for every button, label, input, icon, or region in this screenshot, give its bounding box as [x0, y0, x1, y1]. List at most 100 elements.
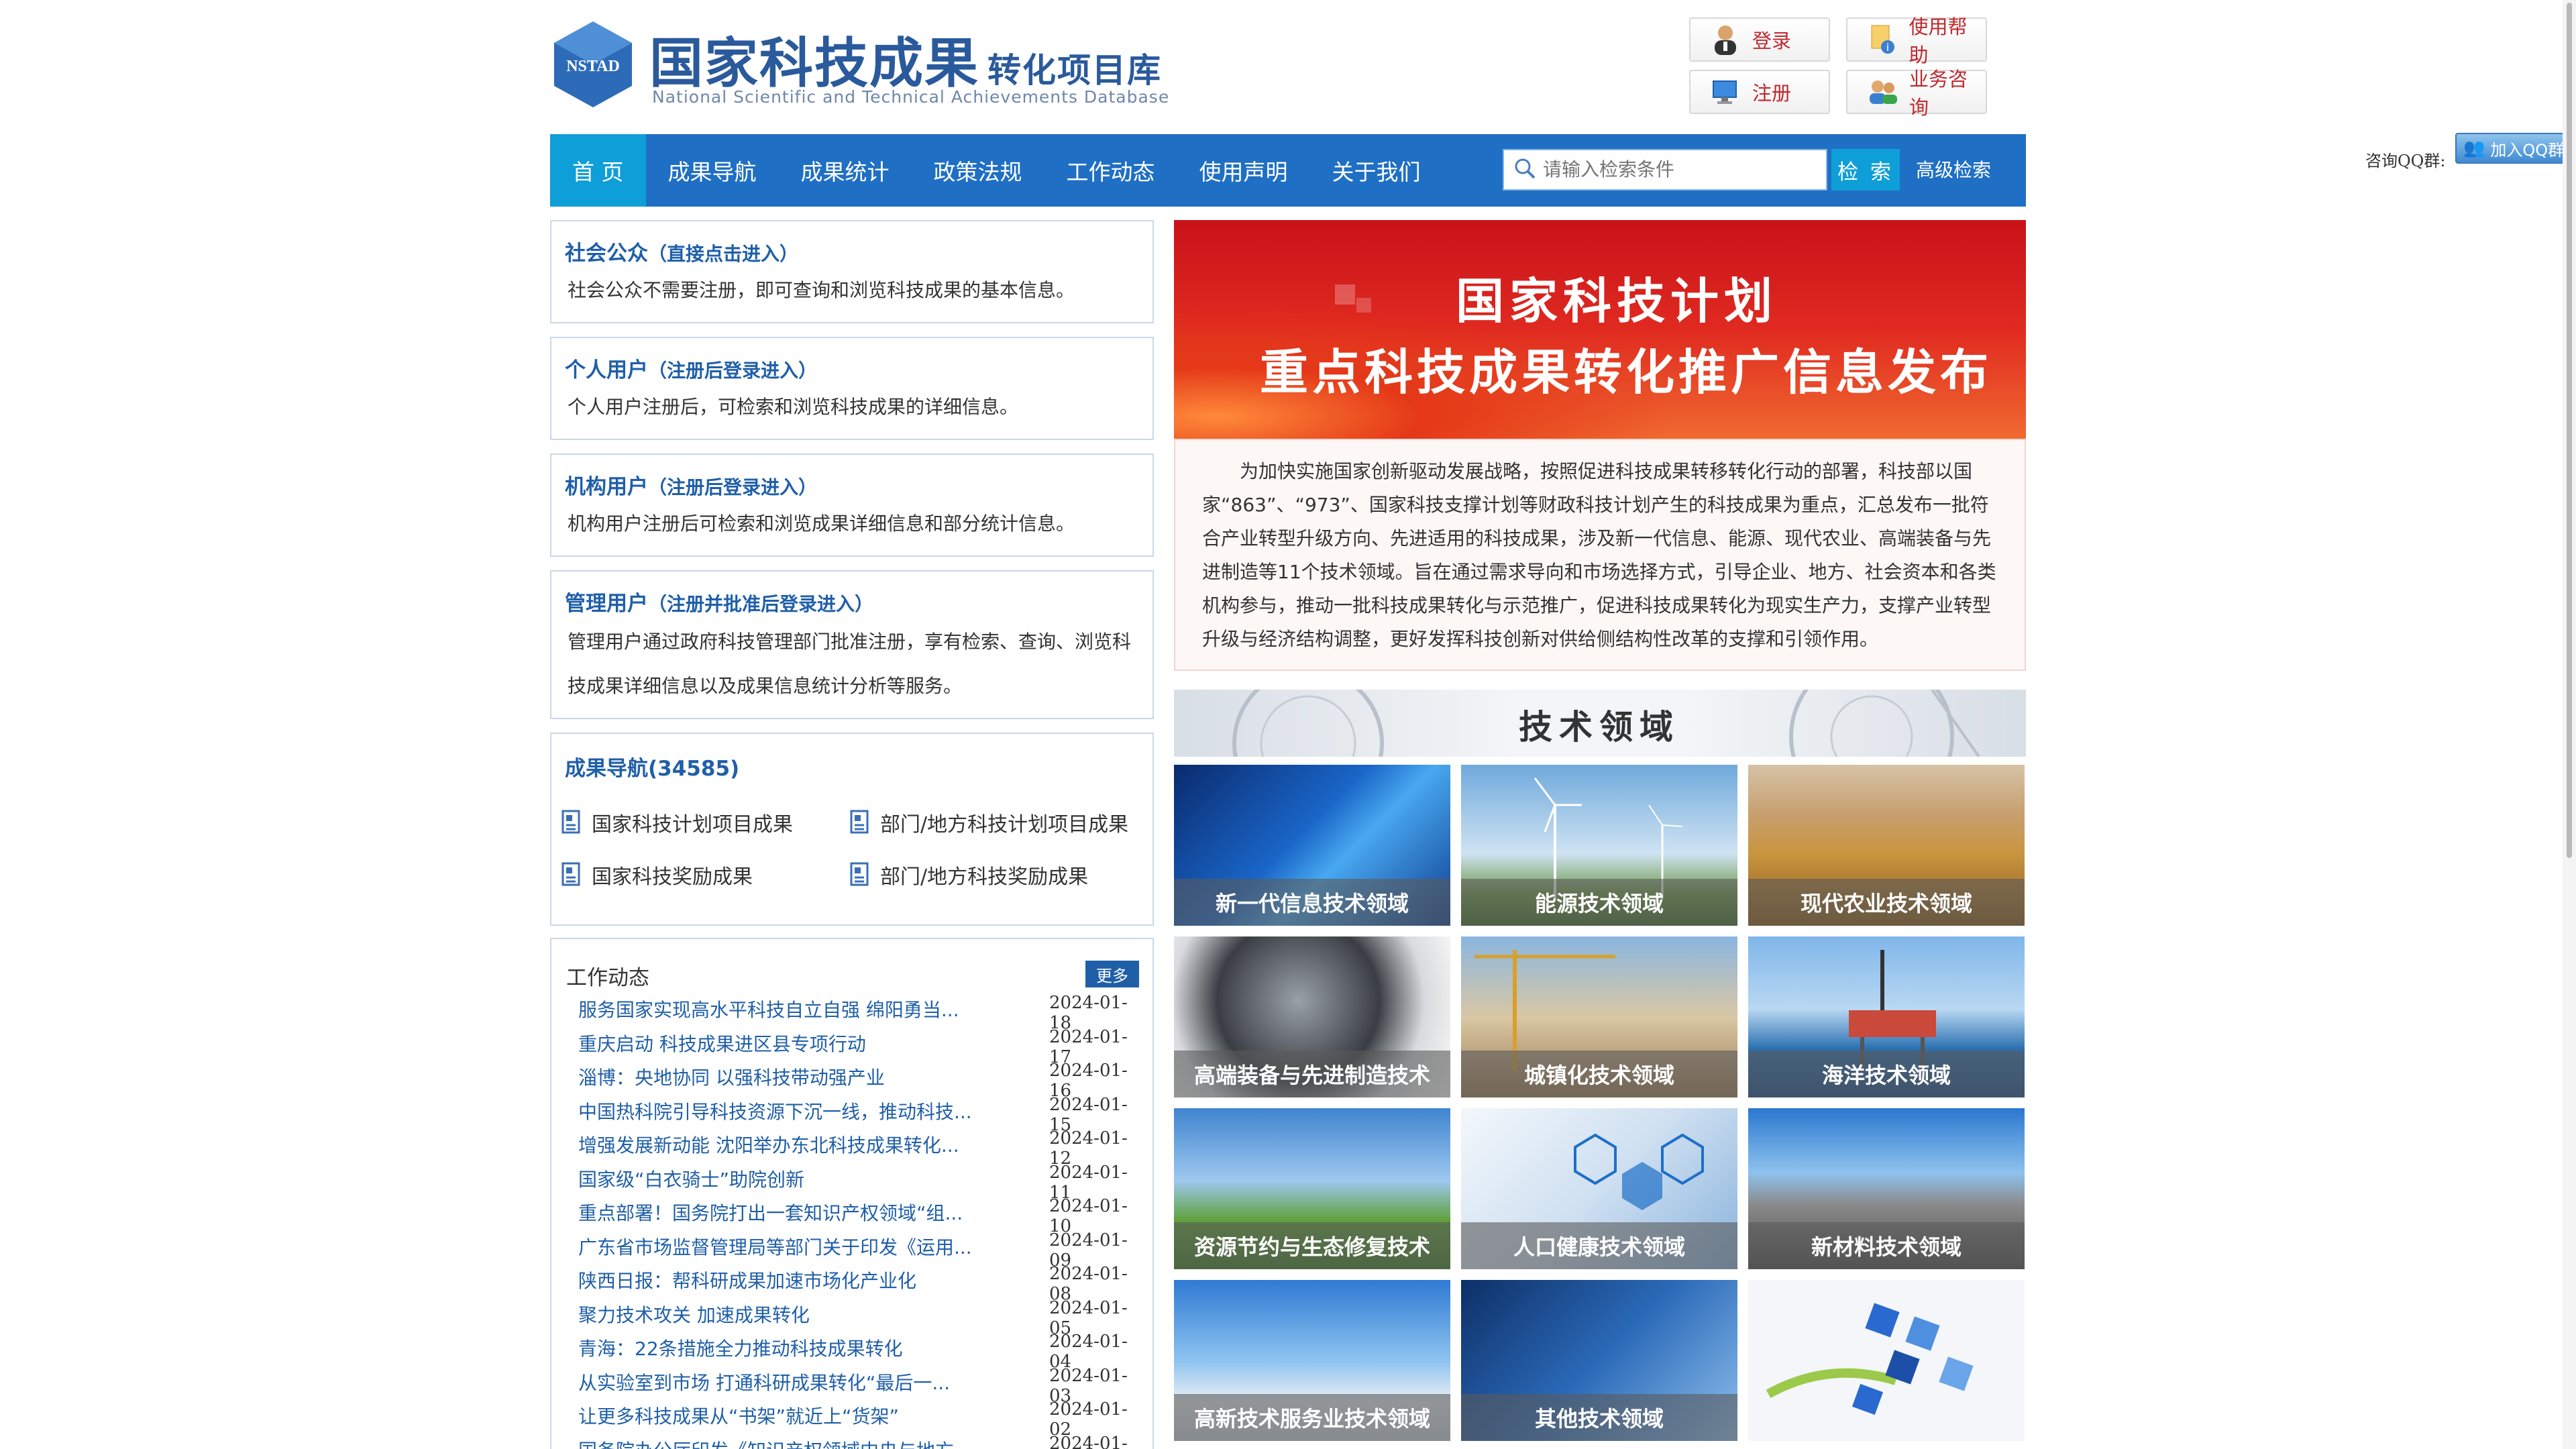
login-label: 登录 — [1752, 30, 1792, 52]
news-item-title[interactable]: 国家级“白衣骑士”助院创新 — [578, 1165, 1001, 1192]
monitor-icon — [1711, 76, 1740, 107]
news-item[interactable]: 从实验室到市场 打通科研成果转化“最后一... 2024-01-03 — [578, 1366, 1142, 1406]
news-item[interactable]: 广东省市场监督管理局等部门关于印发《运用... 2024-01-09 — [578, 1230, 1142, 1271]
qq-group-icon: 👥 — [2463, 138, 2485, 158]
link-national-plan[interactable]: 国家科技计划项目成果 — [561, 808, 793, 837]
search-box — [1503, 149, 1827, 191]
link-national-award[interactable]: 国家科技奖励成果 — [561, 860, 753, 890]
link-local-award[interactable]: 部门/地方科技奖励成果 — [849, 860, 1088, 890]
news-item[interactable]: 青海：22条措施全力推动科技成果转化 2024-01-04 — [578, 1332, 1142, 1372]
news-item[interactable]: 国家级“白衣骑士”助院创新 2024-01-11 — [578, 1163, 1142, 1203]
news-item-title[interactable]: 服务国家实现高水平科技自立自强 绵阳勇当... — [578, 996, 1001, 1022]
news-item[interactable]: 服务国家实现高水平科技自立自强 绵阳勇当... 2024-01-18 — [578, 993, 1142, 1033]
users-icon — [1868, 76, 1897, 107]
tech-fields-header: 技术领域 — [1174, 690, 2026, 757]
panel-public[interactable]: 社会公众（直接点击进入） 社会公众不需要注册，即可查询和浏览科技成果的基本信息。 — [550, 220, 1154, 323]
news-item[interactable]: 陕西日报：帮科研成果加速市场化产业化 2024-01-08 — [578, 1264, 1142, 1304]
news-item[interactable]: 中国热科院引导科技资源下沉一线，推动科技... 2024-01-15 — [578, 1095, 1142, 1135]
panel-institution[interactable]: 机构用户（注册后登录进入） 机构用户注册后可检索和浏览成果详细信息和部分统计信息… — [550, 453, 1154, 557]
news-item-date: 2024-01-01 — [1049, 1433, 1128, 1449]
news-item-title[interactable]: 广东省市场监督管理局等部门关于印发《运用... — [578, 1233, 1001, 1260]
news-item-title[interactable]: 让更多科技成果从“书架”就近上“货架” — [578, 1402, 1001, 1429]
news-item-title[interactable]: 中国热科院引导科技资源下沉一线，推动科技... — [578, 1097, 1001, 1124]
news-item-title[interactable]: 从实验室到市场 打通科研成果转化“最后一... — [578, 1368, 1001, 1395]
consult-button[interactable]: 业务咨询 — [1846, 68, 1987, 119]
link-national-plan-label: 国家科技计划项目成果 — [592, 813, 793, 837]
news-item-title[interactable]: 聚力技术攻关 加速成果转化 — [578, 1301, 1001, 1328]
register-button[interactable]: 注册 — [1689, 70, 1830, 114]
panel-personal-title[interactable]: 个人用户（注册后登录进入） — [565, 353, 817, 383]
tile-new-materials[interactable]: 新材料技术领域 — [1748, 1108, 2025, 1269]
news-item[interactable]: 重庆启动 科技成果进区县专项行动 2024-01-17 — [578, 1027, 1142, 1067]
join-qq-button[interactable]: 👥 加入QQ群 — [2455, 133, 2576, 164]
news-item-title[interactable]: 增强发展新动能 沈阳举办东北科技成果转化... — [578, 1131, 1001, 1158]
svg-text:NSTAD: NSTAD — [566, 58, 620, 75]
login-button[interactable]: 登录 — [1689, 17, 1830, 62]
logo-title-main: 国家科技成果 — [649, 32, 979, 95]
news-item-title[interactable]: 陕西日报：帮科研成果加速市场化产业化 — [578, 1267, 1001, 1293]
news-item-title[interactable]: 淄博：央地协同 以强科技带动强产业 — [578, 1063, 1001, 1090]
nav-home[interactable]: 首 页 — [550, 134, 646, 207]
news-item[interactable]: 让更多科技成果从“书架”就近上“货架” 2024-01-02 — [578, 1399, 1142, 1440]
tile-ocean[interactable]: 海洋技术领域 — [1748, 936, 2025, 1097]
achievement-nav-panel: 成果导航(34585) 国家科技计划项目成果 部门/地方科技计划项目成果 国家科… — [550, 733, 1154, 926]
tile-new-it[interactable]: 新一代信息技术领域 — [1174, 765, 1450, 926]
news-more-button[interactable]: 更多 — [1085, 961, 1139, 987]
panel-public-title[interactable]: 社会公众（直接点击进入） — [565, 236, 798, 266]
tile-advanced-manufacturing[interactable]: 高端装备与先进制造技术 — [1174, 936, 1450, 1097]
banner-decor — [1335, 284, 1355, 305]
search-button[interactable]: 检 索 — [1831, 149, 1900, 191]
banner-decor — [1356, 298, 1371, 313]
panel-public-title-text: 社会公众 — [565, 241, 648, 266]
tile-agriculture-label: 现代农业技术领域 — [1748, 879, 2025, 926]
cubes-graphic — [1766, 1303, 1974, 1415]
nav-achievements[interactable]: 成果导航 — [646, 134, 779, 207]
link-local-plan[interactable]: 部门/地方科技计划项目成果 — [849, 808, 1128, 837]
panel-institution-hint: （注册后登录进入） — [648, 476, 818, 498]
panel-admin-text: 管理用户通过政府科技管理部门批准注册，享有检索、查询、浏览科技成果详细信息以及成… — [568, 631, 1132, 697]
tile-energy[interactable]: 能源技术领域 — [1461, 765, 1737, 926]
news-item-title[interactable]: 重点部署！国务院打出一套知识产权领域“组... — [578, 1199, 1001, 1226]
tile-other[interactable]: 其他技术领域 — [1461, 1280, 1737, 1441]
panel-personal[interactable]: 个人用户（注册后登录进入） 个人用户注册后，可检索和浏览科技成果的详细信息。 — [550, 337, 1154, 440]
svg-text:i: i — [1886, 41, 1888, 54]
news-item-title[interactable]: 青海：22条措施全力推动科技成果转化 — [578, 1334, 1001, 1361]
panel-public-text: 社会公众不需要注册，即可查询和浏览科技成果的基本信息。 — [568, 279, 1075, 301]
panel-personal-hint: （注册后登录进入） — [648, 360, 818, 382]
news-item-title[interactable]: 重庆启动 科技成果进区县专项行动 — [578, 1030, 1001, 1057]
news-item[interactable]: 国务院办公厅印发《知识产权领域中央与地方... 2024-01-01 — [578, 1433, 1142, 1449]
tile-cubes-image[interactable] — [1748, 1280, 2025, 1441]
logo-subtitle: 转化项目库 — [987, 51, 1162, 90]
search-icon — [1513, 157, 1536, 182]
news-item[interactable]: 增强发展新动能 沈阳举办东北科技成果转化... 2024-01-12 — [578, 1128, 1142, 1169]
nav-statistics[interactable]: 成果统计 — [779, 134, 912, 207]
help-button[interactable]: i 使用帮助 — [1846, 15, 1987, 66]
search-input[interactable] — [1542, 151, 1810, 189]
panel-personal-text: 个人用户注册后，可检索和浏览科技成果的详细信息。 — [568, 396, 1019, 418]
tile-agriculture[interactable]: 现代农业技术领域 — [1748, 765, 2025, 926]
link-local-award-label: 部门/地方科技奖励成果 — [880, 865, 1089, 889]
logo-badge[interactable]: NSTAD — [551, 20, 635, 109]
news-item[interactable]: 聚力技术攻关 加速成果转化 2024-01-05 — [578, 1298, 1142, 1338]
nav-about[interactable]: 关于我们 — [1310, 134, 1443, 207]
scrollbar-thumb[interactable] — [2567, 3, 2572, 858]
news-item[interactable]: 淄博：央地协同 以强科技带动强产业 2024-01-16 — [578, 1061, 1142, 1101]
tech-fields-title: 技术领域 — [1519, 708, 1680, 747]
panel-admin-title[interactable]: 管理用户（注册并批准后登录进入） — [565, 586, 873, 616]
news-item[interactable]: 重点部署！国务院打出一套知识产权领域“组... 2024-01-10 — [578, 1196, 1142, 1236]
tile-ecology[interactable]: 资源节约与生态修复技术 — [1174, 1108, 1450, 1269]
nav-terms[interactable]: 使用声明 — [1177, 134, 1310, 207]
panel-admin[interactable]: 管理用户（注册并批准后登录进入） 管理用户通过政府科技管理部门批准注册，享有检索… — [550, 570, 1154, 719]
banner[interactable]: 国家科技计划 重点科技成果转化推广信息发布 — [1174, 220, 2026, 439]
advanced-search-link[interactable]: 高级检索 — [1916, 156, 1991, 182]
logo-title: 国家科技成果 转化项目库 — [649, 20, 1162, 98]
nav-work-news[interactable]: 工作动态 — [1044, 134, 1177, 207]
achievement-nav-title[interactable]: 成果导航(34585) — [565, 751, 739, 782]
panel-institution-title[interactable]: 机构用户（注册后登录进入） — [565, 470, 817, 500]
tile-health[interactable]: 人口健康技术领域 — [1461, 1108, 1737, 1269]
nav-policy[interactable]: 政策法规 — [912, 134, 1044, 207]
panel-admin-title-text: 管理用户 — [565, 592, 648, 616]
tile-high-tech-services[interactable]: 高新技术服务业技术领域 — [1174, 1280, 1450, 1441]
news-item-title[interactable]: 国务院办公厅印发《知识产权领域中央与地方... — [578, 1436, 1001, 1449]
tile-urbanization[interactable]: 城镇化技术领域 — [1461, 936, 1737, 1097]
